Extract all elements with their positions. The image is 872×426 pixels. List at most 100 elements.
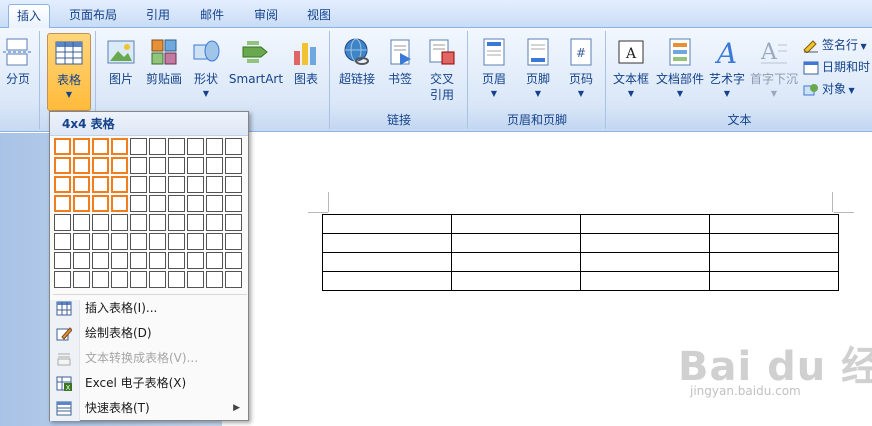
- table-size-cell[interactable]: [149, 252, 166, 269]
- table-size-cell[interactable]: [130, 195, 147, 212]
- table-size-cell[interactable]: [168, 252, 185, 269]
- table-size-cell[interactable]: [111, 233, 128, 250]
- table-size-cell[interactable]: [92, 214, 109, 231]
- picture-button[interactable]: 图片: [101, 33, 141, 111]
- wordart-button[interactable]: A 艺术字 ▼: [707, 33, 747, 111]
- table-size-cell[interactable]: [168, 214, 185, 231]
- table-size-cell[interactable]: [111, 252, 128, 269]
- drop-cap-button[interactable]: A 首字下沉 ▼: [749, 33, 799, 111]
- table-cell[interactable]: [709, 271, 839, 291]
- table-size-cell[interactable]: [206, 271, 223, 288]
- table-size-cell[interactable]: [168, 138, 185, 155]
- table-size-cell[interactable]: [168, 195, 185, 212]
- table-size-cell[interactable]: [168, 233, 185, 250]
- table-size-cell[interactable]: [168, 176, 185, 193]
- table-size-cell[interactable]: [149, 138, 166, 155]
- table-cell[interactable]: [322, 214, 452, 234]
- table-size-cell[interactable]: [54, 252, 71, 269]
- draw-table-menu-item[interactable]: 绘制表格(D): [50, 321, 248, 346]
- document-table[interactable]: [322, 214, 839, 291]
- shapes-button[interactable]: 形状 ▼: [187, 33, 225, 111]
- table-size-cell[interactable]: [206, 195, 223, 212]
- table-size-cell[interactable]: [73, 138, 90, 155]
- table-cell[interactable]: [580, 252, 710, 272]
- table-size-cell[interactable]: [111, 214, 128, 231]
- cross-reference-button[interactable]: 交叉 引用: [421, 33, 463, 111]
- table-size-cell[interactable]: [73, 157, 90, 174]
- table-size-cell[interactable]: [187, 195, 204, 212]
- table-size-cell[interactable]: [92, 271, 109, 288]
- clipart-button[interactable]: 剪贴画: [143, 33, 185, 111]
- footer-button[interactable]: 页脚 ▼: [517, 33, 559, 111]
- table-size-cell[interactable]: [149, 176, 166, 193]
- table-size-cell[interactable]: [92, 233, 109, 250]
- table-button[interactable]: 表格 ▼: [47, 33, 91, 111]
- table-cell[interactable]: [451, 252, 581, 272]
- date-time-button[interactable]: 日期和时: [803, 57, 870, 77]
- table-size-cell[interactable]: [187, 176, 204, 193]
- table-size-cell[interactable]: [111, 271, 128, 288]
- table-size-cell[interactable]: [225, 157, 242, 174]
- table-size-cell[interactable]: [168, 271, 185, 288]
- table-size-cell[interactable]: [149, 214, 166, 231]
- page-number-button[interactable]: # 页码 ▼: [561, 33, 601, 111]
- table-size-cell[interactable]: [130, 176, 147, 193]
- table-size-cell[interactable]: [225, 271, 242, 288]
- signature-line-button[interactable]: 签名行 ▼: [803, 35, 867, 55]
- table-size-cell[interactable]: [92, 157, 109, 174]
- table-size-cell[interactable]: [54, 214, 71, 231]
- table-size-cell[interactable]: [130, 271, 147, 288]
- tab-mailings[interactable]: 邮件: [194, 4, 230, 28]
- table-size-cell[interactable]: [111, 138, 128, 155]
- table-size-cell[interactable]: [206, 138, 223, 155]
- table-size-cell[interactable]: [149, 157, 166, 174]
- page-break-button[interactable]: 分页: [0, 33, 36, 111]
- quick-parts-button[interactable]: 文档部件 ▼: [655, 33, 705, 111]
- table-cell[interactable]: [709, 252, 839, 272]
- table-size-cell[interactable]: [130, 252, 147, 269]
- textbox-button[interactable]: A 文本框 ▼: [609, 33, 653, 111]
- object-button[interactable]: 对象 ▼: [803, 79, 855, 99]
- table-size-cell[interactable]: [225, 233, 242, 250]
- table-size-cell[interactable]: [206, 176, 223, 193]
- table-size-cell[interactable]: [92, 176, 109, 193]
- tab-insert[interactable]: 插入: [8, 4, 50, 28]
- table-size-cell[interactable]: [73, 176, 90, 193]
- table-size-grid[interactable]: [54, 138, 246, 298]
- table-cell[interactable]: [451, 214, 581, 234]
- tab-page-layout[interactable]: 页面布局: [60, 4, 126, 28]
- table-cell[interactable]: [451, 233, 581, 253]
- table-size-cell[interactable]: [225, 138, 242, 155]
- chart-button[interactable]: 图表: [287, 33, 325, 111]
- table-cell[interactable]: [709, 214, 839, 234]
- table-size-cell[interactable]: [54, 176, 71, 193]
- table-size-cell[interactable]: [54, 233, 71, 250]
- table-size-cell[interactable]: [187, 233, 204, 250]
- table-cell[interactable]: [580, 271, 710, 291]
- table-size-cell[interactable]: [187, 271, 204, 288]
- table-size-cell[interactable]: [54, 138, 71, 155]
- quick-tables-menu-item[interactable]: 快速表格(T) ▶: [50, 396, 248, 421]
- table-cell[interactable]: [709, 233, 839, 253]
- table-cell[interactable]: [580, 214, 710, 234]
- table-size-cell[interactable]: [73, 233, 90, 250]
- table-size-cell[interactable]: [54, 157, 71, 174]
- table-size-cell[interactable]: [149, 233, 166, 250]
- tab-references[interactable]: 引用: [140, 4, 176, 28]
- table-size-cell[interactable]: [111, 195, 128, 212]
- table-size-cell[interactable]: [187, 214, 204, 231]
- table-cell[interactable]: [322, 233, 452, 253]
- table-size-cell[interactable]: [206, 214, 223, 231]
- smartart-button[interactable]: SmartArt: [227, 33, 285, 111]
- tab-review[interactable]: 审阅: [248, 4, 284, 28]
- table-size-cell[interactable]: [149, 195, 166, 212]
- bookmark-button[interactable]: 书签: [381, 33, 419, 111]
- table-size-cell[interactable]: [92, 252, 109, 269]
- table-cell[interactable]: [322, 271, 452, 291]
- table-size-cell[interactable]: [111, 157, 128, 174]
- table-size-cell[interactable]: [130, 157, 147, 174]
- header-button[interactable]: 页眉 ▼: [473, 33, 515, 111]
- table-cell[interactable]: [322, 252, 452, 272]
- table-size-cell[interactable]: [130, 233, 147, 250]
- table-size-cell[interactable]: [187, 252, 204, 269]
